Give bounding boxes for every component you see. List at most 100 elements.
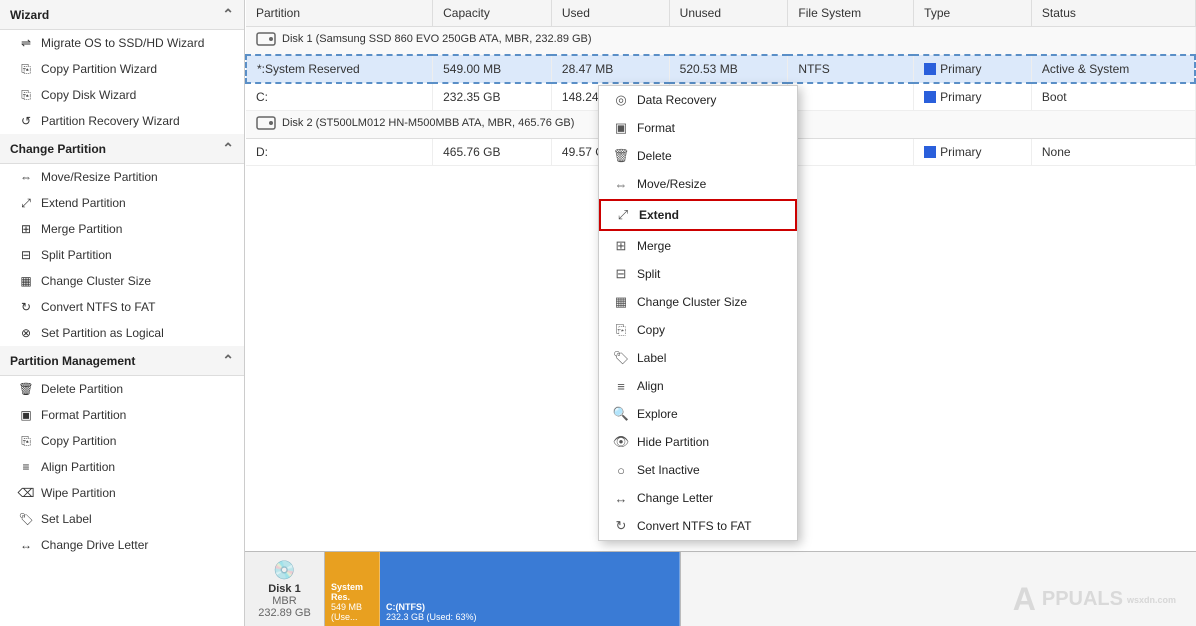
disk-seg-sysreserved[interactable]: System Res. 549 MB (Use... — [325, 552, 380, 626]
copy-partition-icon: ⎘ — [18, 433, 34, 449]
copy-partition-wizard-icon: ⎘ — [18, 61, 34, 77]
disk1-bar-label: 💿 Disk 1 MBR 232.89 GB — [245, 552, 325, 626]
sidebar-item-copy-partition[interactable]: ⎘ Copy Partition — [0, 428, 244, 454]
cm-delete[interactable]: 🗑 Delete — [599, 142, 797, 170]
split-cm-icon: ⊟ — [613, 266, 629, 282]
col-used: Used — [551, 0, 669, 27]
sidebar-item-set-logical[interactable]: ⊗ Set Partition as Logical — [0, 320, 244, 346]
chevron-up-icon: ⌃ — [222, 6, 234, 23]
sidebar-section-wizard-label: Wizard — [10, 8, 49, 22]
cm-label[interactable]: 🏷 Label — [599, 344, 797, 372]
format-icon: ▣ — [18, 407, 34, 423]
disk2-icon — [256, 115, 276, 131]
merge-icon: ⊞ — [18, 221, 34, 237]
sidebar-item-merge-partition[interactable]: ⊞ Merge Partition — [0, 216, 244, 242]
table-row[interactable]: *:System Reserved 549.00 MB 28.47 MB 520… — [246, 55, 1195, 83]
sidebar-item-copy-partition-wizard[interactable]: ⎘ Copy Partition Wizard — [0, 56, 244, 82]
extend-icon: ⤢ — [18, 195, 34, 211]
col-unused: Unused — [669, 0, 788, 27]
type-square-icon — [924, 63, 936, 75]
sidebar-item-delete-partition[interactable]: 🗑 Delete Partition — [0, 376, 244, 402]
partition-status: Boot — [1031, 83, 1195, 111]
cm-merge[interactable]: ⊞ Merge — [599, 232, 797, 260]
cm-data-recovery[interactable]: ◎ Data Recovery — [599, 86, 797, 114]
wipe-icon: ⌫ — [18, 485, 34, 501]
type-square-icon — [924, 91, 936, 103]
cm-move-resize[interactable]: ⇔ Move/Resize — [599, 170, 797, 198]
sidebar-section-change-partition[interactable]: Change Partition ⌃ — [0, 134, 244, 164]
sidebar-item-split-partition[interactable]: ⊟ Split Partition — [0, 242, 244, 268]
cm-hide-partition[interactable]: 👁 Hide Partition — [599, 428, 797, 456]
partition-type: Primary — [914, 139, 1032, 166]
cm-explore[interactable]: 🔍 Explore — [599, 400, 797, 428]
seg-sublabel: 549 MB (Use... — [331, 602, 373, 622]
set-inactive-cm-icon: ○ — [613, 462, 629, 478]
convert-ntfs-cm-icon: ↻ — [613, 518, 629, 534]
label-cm-icon: 🏷 — [613, 350, 629, 366]
disk-bar-icon: 💿 — [273, 560, 295, 581]
context-menu: ◎ Data Recovery ▣ Format 🗑 Delete ⇔ Move… — [598, 85, 798, 541]
disk1-header: Disk 1 (Samsung SSD 860 EVO 250GB ATA, M… — [246, 27, 1195, 56]
sidebar-section-partition-mgmt[interactable]: Partition Management ⌃ — [0, 346, 244, 376]
disk1-header-row: Disk 1 (Samsung SSD 860 EVO 250GB ATA, M… — [246, 27, 1195, 56]
disk1-bar: 💿 Disk 1 MBR 232.89 GB System Res. 549 M… — [245, 552, 681, 626]
col-status: Status — [1031, 0, 1195, 27]
type-square-icon — [924, 146, 936, 158]
chevron-up-icon2: ⌃ — [222, 140, 234, 157]
sidebar-item-change-drive-letter[interactable]: ↔ Change Drive Letter — [0, 532, 244, 558]
sidebar-item-partition-recovery-wizard[interactable]: ↺ Partition Recovery Wizard — [0, 108, 244, 134]
split-icon: ⊟ — [18, 247, 34, 263]
sidebar-item-convert-ntfs-fat[interactable]: ↻ Convert NTFS to FAT — [0, 294, 244, 320]
sidebar-item-change-cluster-size[interactable]: ▦ Change Cluster Size — [0, 268, 244, 294]
col-filesystem: File System — [788, 0, 914, 27]
merge-cm-icon: ⊞ — [613, 238, 629, 254]
drive-letter-icon: ↔ — [18, 537, 34, 553]
label-icon: 🏷 — [18, 511, 34, 527]
recovery-wizard-icon: ↺ — [18, 113, 34, 129]
sidebar-item-migrate-os[interactable]: ⇌ Migrate OS to SSD/HD Wizard — [0, 30, 244, 56]
extend-cm-icon: ⤢ — [615, 207, 631, 223]
sidebar: Wizard ⌃ ⇌ Migrate OS to SSD/HD Wizard ⎘… — [0, 0, 245, 626]
cm-copy[interactable]: ⎘ Copy — [599, 316, 797, 344]
partition-capacity: 232.35 GB — [433, 83, 552, 111]
cm-set-inactive[interactable]: ○ Set Inactive — [599, 456, 797, 484]
disk-seg-c[interactable]: C:(NTFS) 232.3 GB (Used: 63%) — [380, 552, 680, 626]
sidebar-item-align-partition[interactable]: ≡ Align Partition — [0, 454, 244, 480]
align-cm-icon: ≡ — [613, 378, 629, 394]
col-partition: Partition — [246, 0, 433, 27]
partition-fs — [788, 139, 914, 166]
data-recovery-icon: ◎ — [613, 92, 629, 108]
sidebar-item-set-label[interactable]: 🏷 Set Label — [0, 506, 244, 532]
chevron-up-icon3: ⌃ — [222, 352, 234, 369]
migrate-icon: ⇌ — [18, 35, 34, 51]
partition-name: C: — [246, 83, 433, 111]
explore-cm-icon: 🔍 — [613, 406, 629, 422]
move-resize-icon: ⇔ — [18, 169, 34, 185]
partition-capacity: 465.76 GB — [433, 139, 552, 166]
partition-type: Primary — [914, 83, 1032, 111]
partition-unused: 520.53 MB — [669, 55, 788, 83]
sidebar-item-copy-disk-wizard[interactable]: ⎘ Copy Disk Wizard — [0, 82, 244, 108]
partition-type: Primary — [914, 55, 1032, 83]
hide-partition-cm-icon: 👁 — [613, 434, 629, 450]
cm-align[interactable]: ≡ Align — [599, 372, 797, 400]
cm-extend[interactable]: ⤢ Extend — [599, 199, 797, 231]
col-type: Type — [914, 0, 1032, 27]
seg-c-sublabel: 232.3 GB (Used: 63%) — [386, 612, 477, 622]
sidebar-item-move-resize[interactable]: ⇔ Move/Resize Partition — [0, 164, 244, 190]
sidebar-item-wipe-partition[interactable]: ⌫ Wipe Partition — [0, 480, 244, 506]
sidebar-item-extend-partition[interactable]: ⤢ Extend Partition — [0, 190, 244, 216]
sidebar-section-wizard[interactable]: Wizard ⌃ — [0, 0, 244, 30]
cm-convert-ntfs-fat[interactable]: ↻ Convert NTFS to FAT — [599, 512, 797, 540]
cm-split[interactable]: ⊟ Split — [599, 260, 797, 288]
change-letter-cm-icon: ↔ — [613, 490, 629, 506]
cm-change-cluster-size[interactable]: ▦ Change Cluster Size — [599, 288, 797, 316]
cluster-size-icon: ▦ — [18, 273, 34, 289]
partition-status: None — [1031, 139, 1195, 166]
disk-bar-area: 💿 Disk 1 MBR 232.89 GB System Res. 549 M… — [245, 551, 1196, 626]
format-cm-icon: ▣ — [613, 120, 629, 136]
sidebar-item-format-partition[interactable]: ▣ Format Partition — [0, 402, 244, 428]
cm-change-letter[interactable]: ↔ Change Letter — [599, 484, 797, 512]
cm-format[interactable]: ▣ Format — [599, 114, 797, 142]
seg-label: System Res. — [331, 582, 373, 602]
